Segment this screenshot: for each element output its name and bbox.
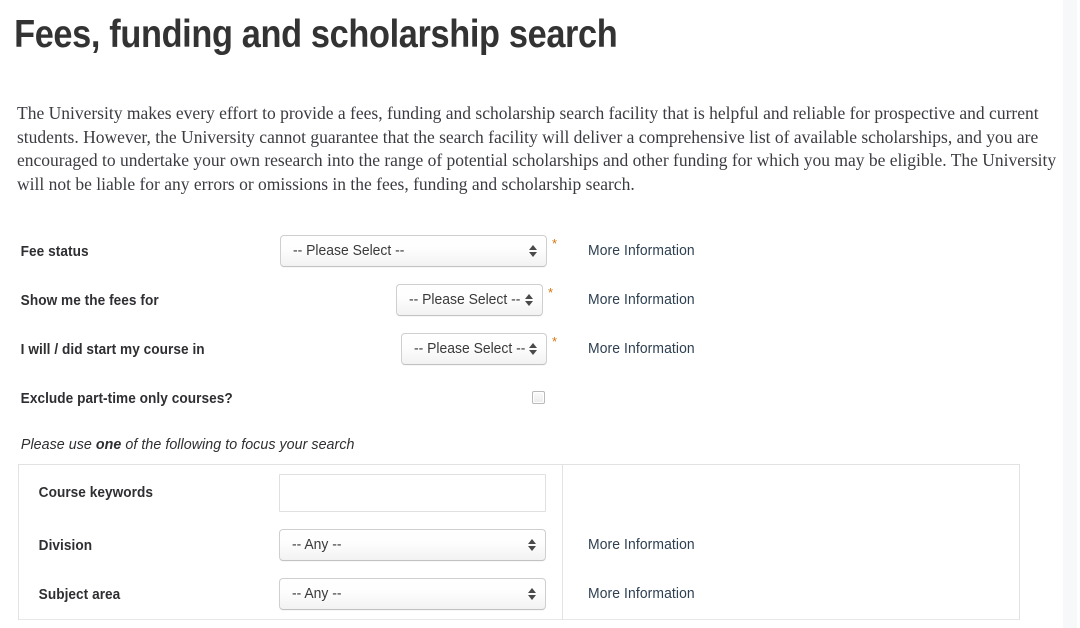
- label-course-start: I will / did start my course in: [20, 341, 205, 358]
- label-fee-status: Fee status: [20, 243, 89, 260]
- chevron-updown-icon: [529, 242, 537, 260]
- select-course-start[interactable]: -- Please Select --: [401, 333, 547, 365]
- page-title: Fees, funding and scholarship search: [14, 13, 618, 56]
- control-wrap-exclude-part-time: [532, 391, 545, 404]
- required-asterisk: *: [548, 285, 554, 300]
- panel-row-subject-area: Subject area -- Any -- More Information: [18, 570, 1020, 619]
- more-information-link-division[interactable]: More Information: [588, 537, 695, 553]
- select-division-value: -- Any --: [292, 537, 342, 553]
- control-wrap-course-keywords: [279, 474, 546, 512]
- select-fee-status[interactable]: -- Please Select --: [280, 235, 547, 267]
- focus-hint-after: of the following to focus your search: [121, 436, 355, 453]
- control-wrap-fee-status: -- Please Select -- *: [280, 235, 557, 267]
- chevron-updown-icon: [529, 340, 537, 358]
- select-fee-status-value: -- Please Select --: [293, 243, 405, 259]
- checkbox-exclude-part-time[interactable]: [532, 391, 545, 404]
- panel-bottom-divider: [19, 619, 1019, 620]
- focus-hint-emphasis: one: [95, 436, 122, 453]
- required-asterisk: *: [552, 334, 558, 349]
- more-information-link-course-start[interactable]: More Information: [588, 341, 695, 357]
- chevron-updown-icon: [528, 585, 536, 603]
- control-wrap-subject-area: -- Any --: [279, 578, 546, 610]
- control-wrap-show-me-the-fees-for: -- Please Select -- *: [396, 284, 553, 316]
- more-information-link-subject-area[interactable]: More Information: [588, 586, 695, 602]
- chevron-updown-icon: [525, 291, 533, 309]
- intro-paragraph: The University makes every effort to pro…: [17, 103, 1057, 194]
- fees-funding-scholarship-search-page: Fees, funding and scholarship search The…: [0, 0, 1080, 620]
- required-asterisk: *: [552, 236, 558, 251]
- label-exclude-part-time: Exclude part-time only courses?: [20, 390, 233, 407]
- form-row-exclude-part-time: Exclude part-time only courses?: [0, 374, 1080, 423]
- control-wrap-course-start: -- Please Select -- *: [401, 333, 557, 365]
- select-show-me-the-fees-for[interactable]: -- Please Select --: [396, 284, 543, 316]
- focus-search-hint: Please use one of the following to focus…: [0, 436, 1026, 453]
- form-row-course-start: I will / did start my course in -- Pleas…: [0, 325, 1080, 374]
- select-course-start-value: -- Please Select --: [414, 341, 526, 357]
- select-show-me-the-fees-for-value: -- Please Select --: [409, 292, 521, 308]
- panel-row-course-keywords: Course keywords: [18, 465, 1020, 521]
- panel-row-division: Division -- Any -- More Information: [18, 521, 1020, 570]
- label-subject-area: Subject area: [38, 586, 121, 603]
- label-course-keywords: Course keywords: [38, 485, 154, 501]
- form-row-show-me-the-fees-for: Show me the fees for -- Please Select --…: [0, 276, 1080, 325]
- primary-criteria-form: Fee status -- Please Select -- * More In…: [0, 227, 1080, 423]
- chevron-updown-icon: [528, 536, 536, 554]
- select-subject-area-value: -- Any --: [292, 586, 342, 602]
- form-row-fee-status: Fee status -- Please Select -- * More In…: [0, 227, 1080, 276]
- label-division: Division: [38, 537, 93, 554]
- select-subject-area[interactable]: -- Any --: [279, 578, 546, 610]
- more-information-link-show-me-the-fees-for[interactable]: More Information: [588, 292, 695, 308]
- control-wrap-division: -- Any --: [279, 529, 546, 561]
- label-show-me-the-fees-for: Show me the fees for: [20, 292, 159, 309]
- input-course-keywords[interactable]: [279, 474, 546, 512]
- focus-criteria-panel: Course keywords Division -- Any -- More …: [18, 464, 1020, 620]
- select-division[interactable]: -- Any --: [279, 529, 546, 561]
- more-information-link-fee-status[interactable]: More Information: [588, 243, 695, 259]
- focus-hint-before: Please use: [20, 436, 96, 453]
